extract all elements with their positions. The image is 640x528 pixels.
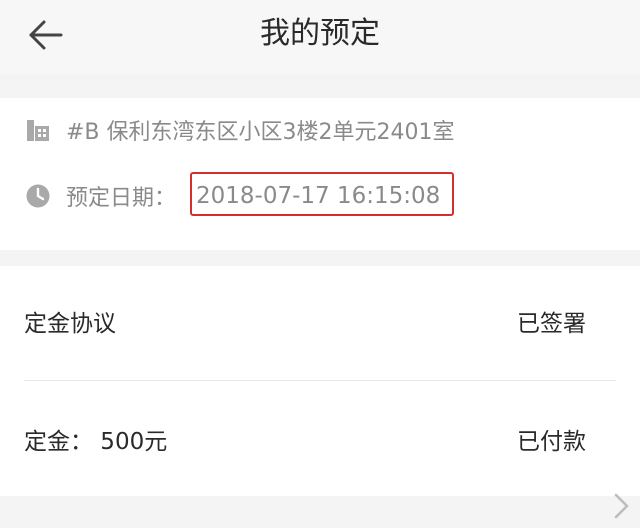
building-icon xyxy=(24,116,52,144)
page-title: 我的预定 xyxy=(260,16,380,51)
deposit-agreement-label: 定金协议 xyxy=(24,311,116,337)
booking-details-card: 定金协议 已签署 定金： 500元 已付款 xyxy=(0,266,640,496)
clock-icon xyxy=(24,182,52,210)
address-text: #B 保利东湾东区小区3楼2单元2401室 xyxy=(66,120,455,145)
deposit-agreement-row[interactable]: 定金协议 已签署 xyxy=(0,294,640,354)
deposit-amount-row[interactable]: 定金： 500元 已付款 xyxy=(0,412,640,472)
booking-info-card: #B 保利东湾东区小区3楼2单元2401室 预定日期： 2018-07-17 1… xyxy=(0,98,640,250)
chevron-right-icon[interactable] xyxy=(610,492,634,520)
deposit-payment-status: 已付款 xyxy=(517,429,586,455)
booking-date-row: 预定日期： 2018-07-17 16:15:08 xyxy=(0,172,640,216)
deposit-amount-label: 定金： 500元 xyxy=(24,429,168,455)
date-label: 预定日期： xyxy=(66,186,177,211)
date-value: 2018-07-17 16:15:08 xyxy=(196,183,441,209)
divider xyxy=(24,380,616,381)
deposit-agreement-status: 已签署 xyxy=(517,311,586,337)
address-row: #B 保利东湾东区小区3楼2单元2401室 xyxy=(0,110,640,150)
top-nav-bar: 我的预定 xyxy=(0,0,640,74)
